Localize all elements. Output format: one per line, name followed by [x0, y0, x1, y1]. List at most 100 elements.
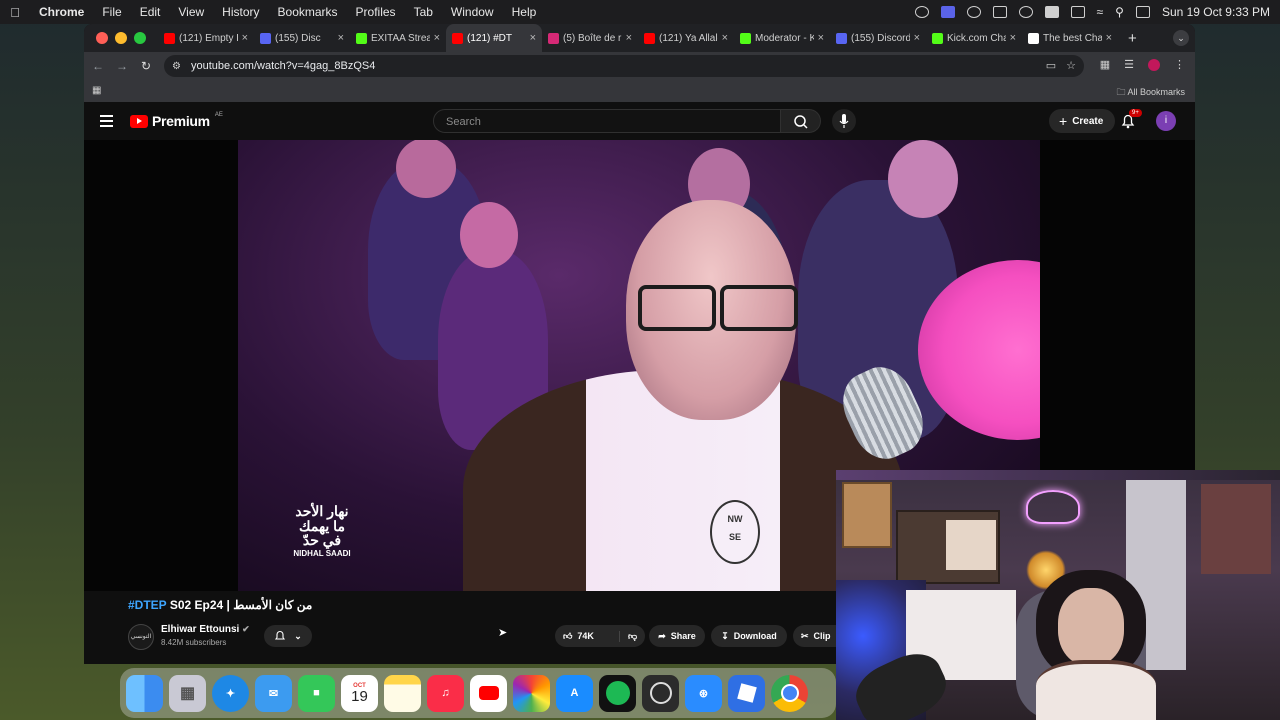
podcasts-dock-icon[interactable]: ⊛ — [685, 674, 722, 712]
status-cloud-icon[interactable] — [914, 6, 929, 18]
close-tab-icon[interactable]: × — [914, 32, 920, 44]
browser-tab[interactable]: (121) Ya Allale × — [638, 24, 734, 52]
channel-avatar[interactable]: التونسي — [128, 624, 154, 650]
close-tab-icon[interactable]: × — [1106, 32, 1112, 44]
create-button[interactable]: + Create — [1049, 109, 1116, 133]
address-bar[interactable]: ⚙ youtube.com/watch?v=4gag_8BzQS4 ▭ ☆ — [164, 55, 1084, 77]
webcam-top-edge — [836, 470, 1280, 480]
browser-tab[interactable]: (155) Disc × — [254, 24, 350, 52]
channel-name[interactable]: Elhiwar Ettounsi ✔ — [161, 624, 250, 635]
music-dock-icon[interactable]: ♫ — [427, 674, 464, 712]
wifi-icon[interactable]: ≈ — [1097, 5, 1104, 19]
close-tab-icon[interactable]: × — [338, 32, 344, 44]
chrome-menu-icon[interactable]: ⋮ — [1174, 58, 1185, 71]
zoom-window-button[interactable] — [134, 32, 146, 44]
control-center-icon[interactable] — [1135, 6, 1150, 18]
forward-button[interactable]: → — [110, 59, 134, 73]
browser-tab[interactable]: (5) Boîte de r × — [542, 24, 638, 52]
browser-tab[interactable]: Moderator - K × — [734, 24, 830, 52]
menu-profiles[interactable]: Profiles — [347, 5, 405, 19]
close-tab-icon[interactable]: × — [626, 32, 632, 44]
extensions-icon[interactable]: ▦ — [1100, 58, 1110, 71]
tab-search-button[interactable]: ⌄ — [1173, 30, 1189, 46]
spotlight-icon[interactable]: ⚲ — [1115, 5, 1124, 19]
menu-edit[interactable]: Edit — [131, 5, 170, 19]
status-play-icon[interactable] — [1018, 6, 1033, 18]
video-title-hashtag[interactable]: #DTEP — [128, 598, 166, 612]
mail-dock-icon[interactable]: ✉ — [255, 674, 292, 712]
kick-icon — [932, 32, 943, 44]
safari-dock-icon[interactable]: ✦ — [212, 674, 249, 712]
menu-app-name[interactable]: Chrome — [30, 5, 93, 19]
facetime-dock-icon[interactable]: ■ — [298, 674, 335, 712]
close-tab-icon[interactable]: × — [1010, 32, 1016, 44]
menu-view[interactable]: View — [169, 5, 213, 19]
watermark-line-3: في حدّ — [302, 532, 342, 549]
voice-search-button[interactable] — [832, 109, 856, 133]
launchpad-dock-icon[interactable]: ▦ — [169, 674, 206, 712]
like-count: 74K — [577, 631, 594, 641]
reload-button[interactable]: ↻ — [134, 59, 158, 73]
calendar-dock-icon[interactable]: OCT 19 — [341, 674, 378, 712]
status-display-icon[interactable] — [992, 6, 1007, 18]
status-obs-icon[interactable] — [966, 6, 981, 18]
site-info-icon[interactable]: ⚙ — [172, 61, 181, 72]
menu-file[interactable]: File — [93, 5, 130, 19]
guide-menu-icon[interactable] — [100, 115, 113, 130]
app-store-dock-icon[interactable]: A — [556, 674, 593, 712]
profile-icon[interactable] — [1148, 58, 1160, 71]
menubar-clock[interactable]: Sun 19 Oct 9:33 PM — [1162, 5, 1270, 19]
apple-menu-icon[interactable]:  — [0, 5, 30, 20]
browser-tab[interactable]: (155) Discord × — [830, 24, 926, 52]
close-tab-icon[interactable]: × — [530, 32, 536, 44]
all-bookmarks-folder[interactable]: 🗀 All Bookmarks — [1116, 85, 1185, 101]
finder-dock-icon[interactable] — [126, 674, 163, 712]
browser-tab[interactable]: EXITAA Strea × — [350, 24, 446, 52]
download-button[interactable]: ↧ Download — [711, 625, 787, 647]
menu-window[interactable]: Window — [442, 5, 503, 19]
menu-bookmarks[interactable]: Bookmarks — [269, 5, 347, 19]
share-button[interactable]: ➦ Share — [649, 625, 705, 647]
browser-tab[interactable]: (121) #DT × — [446, 24, 542, 52]
region-code: AE — [214, 112, 223, 118]
subscription-bell-button[interactable]: ⌄ — [264, 625, 312, 647]
menu-tab[interactable]: Tab — [405, 5, 442, 19]
spotify-dock-icon[interactable] — [599, 674, 636, 712]
browser-tab[interactable]: Kick.com Cha × — [926, 24, 1022, 52]
tab-title: EXITAA Strea — [371, 32, 430, 44]
close-tab-icon[interactable]: × — [434, 32, 440, 44]
new-tab-button[interactable]: + — [1118, 30, 1147, 47]
photos-dock-icon[interactable] — [513, 674, 550, 712]
close-tab-icon[interactable]: × — [722, 32, 728, 44]
bookmark-star-icon[interactable]: ☆ — [1066, 59, 1076, 72]
battery-icon[interactable] — [1070, 6, 1085, 18]
menu-help[interactable]: Help — [503, 5, 546, 19]
reading-list-icon[interactable]: ☰ — [1124, 58, 1134, 71]
browser-tab[interactable]: The best Cha × — [1022, 24, 1118, 52]
menu-history[interactable]: History — [213, 5, 268, 19]
roblox-dock-icon[interactable] — [728, 674, 765, 712]
back-button[interactable]: ← — [86, 59, 110, 73]
close-window-button[interactable] — [96, 32, 108, 44]
account-avatar[interactable]: i — [1156, 111, 1176, 131]
chrome-dock-icon[interactable] — [771, 674, 808, 712]
cast-icon[interactable]: ▭ — [1046, 59, 1056, 72]
close-tab-icon[interactable]: × — [818, 32, 824, 44]
obs-dock-icon[interactable] — [642, 674, 679, 712]
url-text[interactable]: youtube.com/watch?v=4gag_8BzQS4 — [191, 60, 375, 72]
notes-dock-icon[interactable] — [384, 674, 421, 712]
dislike-button[interactable]: 👎︎ — [620, 631, 637, 642]
like-button[interactable]: 👍︎ 74K — [555, 630, 620, 642]
close-tab-icon[interactable]: × — [242, 32, 248, 44]
apps-grid-icon[interactable]: ▦ — [92, 85, 101, 96]
minimize-window-button[interactable] — [115, 32, 127, 44]
search-input[interactable] — [444, 110, 768, 134]
notification-badge: 9+ — [1129, 109, 1142, 117]
search-button[interactable] — [781, 109, 821, 133]
status-screen-icon[interactable] — [940, 6, 955, 18]
youtube-logo[interactable]: Premium AE — [130, 112, 223, 129]
status-input-icon[interactable] — [1044, 6, 1059, 18]
kick-icon — [740, 32, 751, 44]
browser-tab[interactable]: (121) Empty R × — [158, 24, 254, 52]
youtube-dock-icon[interactable] — [470, 674, 507, 712]
